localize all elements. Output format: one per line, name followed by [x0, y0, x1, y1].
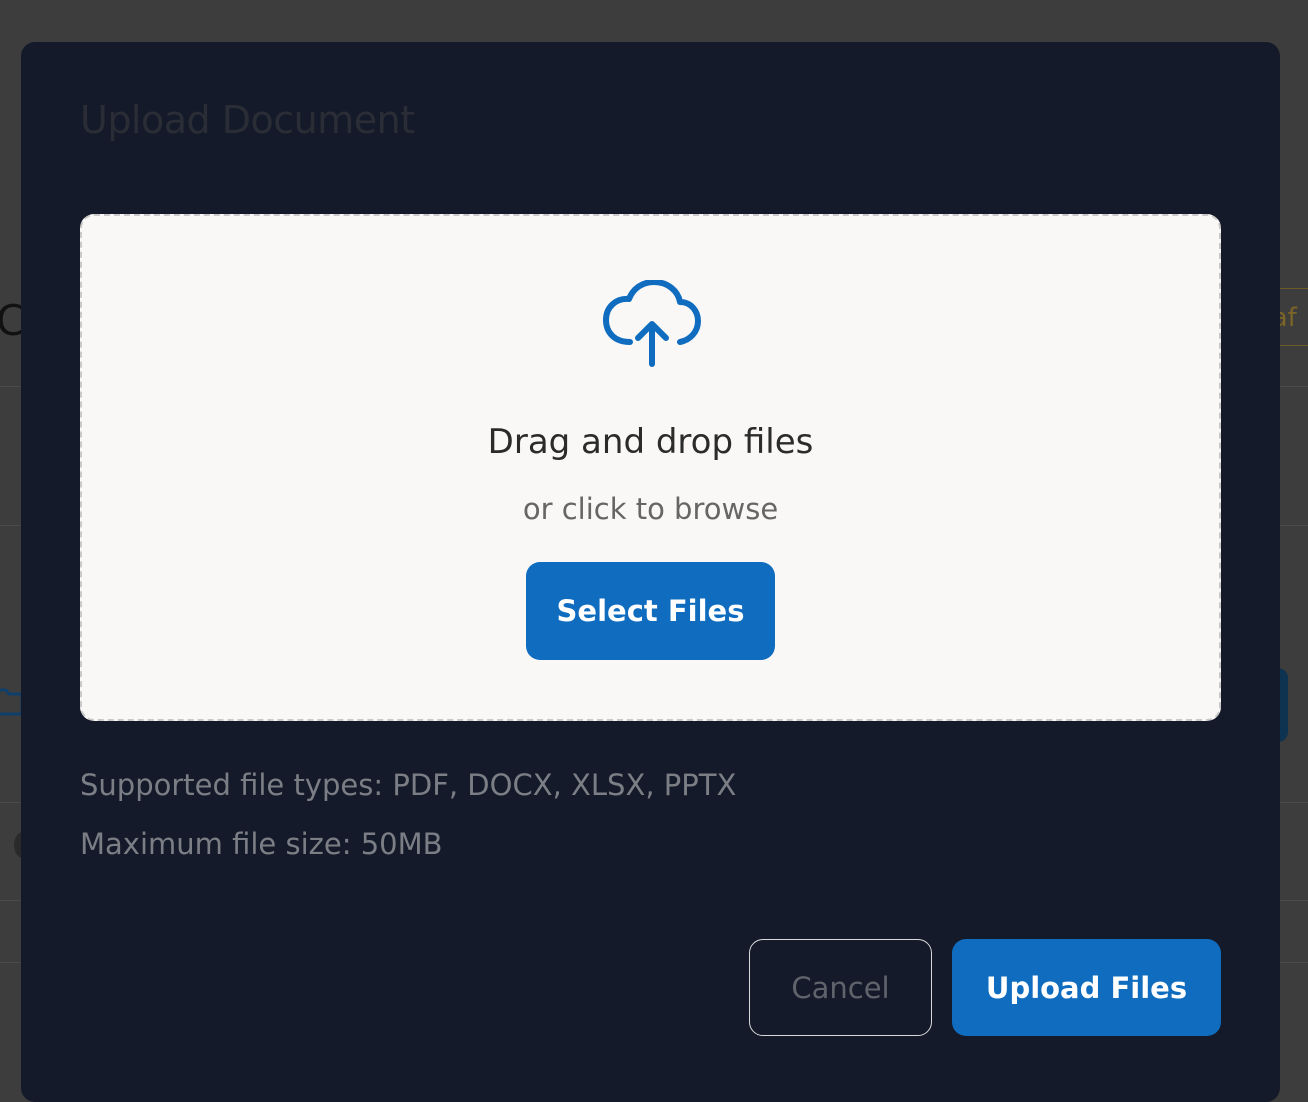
- max-file-size: Maximum file size: 50MB: [80, 827, 443, 861]
- cloud-upload-icon: [603, 280, 701, 367]
- file-dropzone[interactable]: Drag and drop files or click to browse S…: [80, 214, 1221, 721]
- supported-file-types: Supported file types: PDF, DOCX, XLSX, P…: [80, 768, 737, 802]
- dropzone-heading: Drag and drop files: [487, 422, 814, 462]
- modal-title: Upload Document: [80, 98, 415, 142]
- upload-files-button[interactable]: Upload Files: [952, 939, 1221, 1036]
- cancel-button[interactable]: Cancel: [749, 939, 932, 1036]
- select-files-button[interactable]: Select Files: [526, 562, 775, 660]
- dropzone-subtext: or click to browse: [522, 492, 779, 526]
- upload-modal: Upload Document Drag and drop files or c…: [21, 42, 1280, 1102]
